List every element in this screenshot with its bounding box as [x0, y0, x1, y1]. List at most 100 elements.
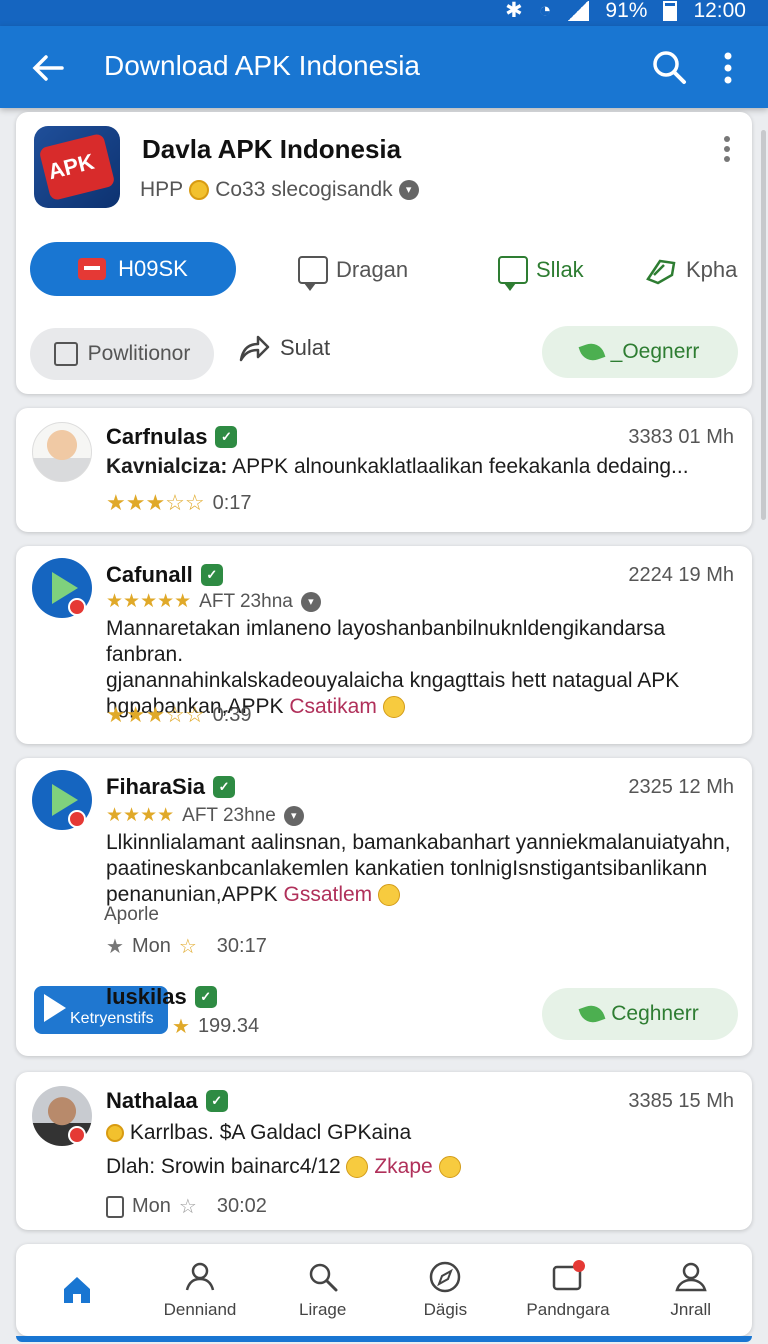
- search-icon[interactable]: [650, 48, 688, 86]
- chat-icon: [498, 256, 528, 291]
- review-meta: ★★★★ AFT 23hne ▾: [106, 804, 304, 827]
- duration: 0:17: [212, 491, 252, 514]
- review-footer: Mon ☆ 30:02: [106, 1194, 267, 1219]
- review-card-2[interactable]: Cafunall ✓ 2224 19 Mh ★★★★★ AFT 23hna ▾ M…: [16, 546, 752, 744]
- bookmark-icon: [106, 1195, 124, 1218]
- smile-emoji-icon: [378, 884, 401, 907]
- nav-jnrall[interactable]: Jnrall: [629, 1244, 752, 1336]
- coin-icon: [189, 180, 210, 200]
- signal-icon: [567, 0, 590, 21]
- app-title: Davla APK Indonesia: [142, 134, 402, 164]
- download-badge-icon: [78, 258, 107, 280]
- more-vert-icon[interactable]: [716, 50, 740, 86]
- dragan-button[interactable]: Dragan: [298, 248, 408, 292]
- promo-name: luskilas ✓: [106, 984, 217, 1010]
- ceghnerr-button[interactable]: Ceghnerr: [542, 988, 738, 1040]
- review-meta: Karrlbas. $A Galdacl GPKaina: [106, 1120, 734, 1146]
- clock: 12:00: [693, 0, 746, 22]
- dropdown-badge-icon[interactable]: ▾: [300, 591, 321, 612]
- reviewer-name: Nathalaa ✓: [106, 1088, 228, 1114]
- reviewer-name: Carfnulas ✓: [106, 424, 238, 450]
- comment-icon: [298, 256, 328, 291]
- battery-icon: [663, 0, 678, 21]
- page-title: Download APK Indonesia: [104, 50, 420, 81]
- back-arrow-icon[interactable]: [28, 48, 68, 88]
- review-time: 3383 01 Mh: [628, 426, 734, 448]
- play-icon: [44, 994, 66, 1022]
- bluetooth-icon: ✱: [505, 0, 523, 22]
- avatar: [32, 422, 92, 482]
- sllak-button[interactable]: Sllak: [498, 248, 584, 292]
- people-icon: [185, 1262, 215, 1291]
- star-icon: ★: [172, 1016, 190, 1038]
- app-subtitle: HPP Co33 slecogisandk ▾: [140, 178, 419, 202]
- review-text: Dlah: Srowin bainarc4/12 Zkape: [106, 1154, 734, 1180]
- smile-emoji-icon: [382, 696, 405, 719]
- review-card-4[interactable]: Nathalaa ✓ 3385 15 Mh Karrlbas. $A Galdac…: [16, 1072, 752, 1230]
- home-icon: [64, 1277, 91, 1303]
- verified-icon: ✓: [205, 1090, 228, 1112]
- star-outline-icon: ☆: [178, 1196, 197, 1218]
- nav-dagis[interactable]: Dägis: [384, 1244, 507, 1336]
- coin-icon: [106, 1124, 124, 1143]
- apk-badge-icon: [552, 1260, 586, 1291]
- leaf-icon: [578, 1001, 606, 1027]
- search-icon: [309, 1263, 338, 1292]
- rating-row: ★★★☆☆ 0:39: [106, 702, 252, 728]
- review-time: 2224 19 Mh: [628, 564, 734, 586]
- app-header-card: APK Davla APK Indonesia HPP Co33 slecogi…: [16, 112, 752, 394]
- duration: 0:39: [212, 703, 252, 726]
- bottom-navigation: Denniand Lirage Dägis Pandngara Jnrall: [16, 1244, 752, 1342]
- reviewer-name: Cafunall ✓: [106, 562, 223, 588]
- reviewer-name: FiharaSia ✓: [106, 774, 236, 800]
- oegnerr-button[interactable]: _Oegnerr: [542, 326, 738, 378]
- scrollbar[interactable]: [761, 130, 766, 520]
- person-icon: [675, 1262, 707, 1292]
- review-time: 3385 15 Mh: [628, 1090, 734, 1112]
- app-logo: APK: [34, 126, 120, 208]
- notification-badge-icon: [68, 810, 86, 828]
- star-rating: ★★★☆☆: [106, 702, 205, 727]
- rating-row: ★★★☆☆ 0:17: [106, 490, 252, 516]
- review-card-1[interactable]: Carfnulas ✓ 3383 01 Mh Kavnialciza: APPK …: [16, 408, 752, 532]
- star-rating: ★★★☆☆: [106, 490, 205, 515]
- share-button[interactable]: Sulat: [238, 334, 330, 362]
- share-icon: [239, 335, 270, 362]
- promo-rating: ★ 199.34: [172, 1015, 260, 1038]
- wifi-icon: ◔: [538, 0, 552, 22]
- app-bar: Download APK Indonesia: [0, 26, 768, 108]
- smile-emoji-icon: [346, 1156, 369, 1179]
- nav-pandngara[interactable]: Pandngara: [507, 1244, 630, 1336]
- compass-icon: [430, 1261, 461, 1293]
- verified-icon: ✓: [213, 776, 236, 798]
- leaf-icon: [578, 339, 606, 365]
- review-card-3[interactable]: FiharaSia ✓ 2325 12 Mh ★★★★ AFT 23hne ▾ L…: [16, 758, 752, 1056]
- notification-badge-icon: [68, 598, 86, 616]
- star-icon: ★: [106, 936, 124, 958]
- battery-percent: 91%: [605, 0, 648, 22]
- verified-icon: ✓: [215, 426, 238, 448]
- primary-download-button[interactable]: H09SK: [30, 242, 236, 296]
- review-extra: Aporle: [104, 904, 159, 925]
- powlitionor-button[interactable]: Powlitionor: [30, 328, 214, 380]
- review-text: Llkinnlialamant aalinsnan, bamankabanhar…: [106, 831, 731, 907]
- status-bar: ✱ ◔ 91% 12:00: [0, 0, 768, 26]
- star-outline-icon: ☆: [178, 936, 197, 958]
- card-more-icon[interactable]: [722, 134, 732, 164]
- nav-denniand[interactable]: Denniand: [139, 1244, 262, 1336]
- review-meta: ★★★★★ AFT 23hna ▾: [106, 590, 321, 613]
- tag-icon: [646, 259, 676, 285]
- dropdown-badge-icon[interactable]: ▾: [283, 805, 304, 826]
- review-time: 2325 12 Mh: [628, 776, 734, 798]
- dropdown-badge-icon[interactable]: ▾: [398, 180, 419, 200]
- kpha-button[interactable]: Kpha: [644, 248, 737, 292]
- bookmark-icon: [53, 342, 78, 366]
- verified-icon: ✓: [194, 986, 217, 1008]
- review-footer: ★ Mon ☆ 30:17: [106, 935, 267, 958]
- notification-badge-icon: [68, 1126, 86, 1144]
- verified-icon: ✓: [200, 564, 223, 586]
- nav-home[interactable]: [16, 1244, 139, 1336]
- nav-lirage[interactable]: Lirage: [261, 1244, 384, 1336]
- smile-emoji-icon: [438, 1156, 461, 1179]
- review-text: Kavnialciza: APPK alnounkaklatlaalikan f…: [106, 455, 689, 478]
